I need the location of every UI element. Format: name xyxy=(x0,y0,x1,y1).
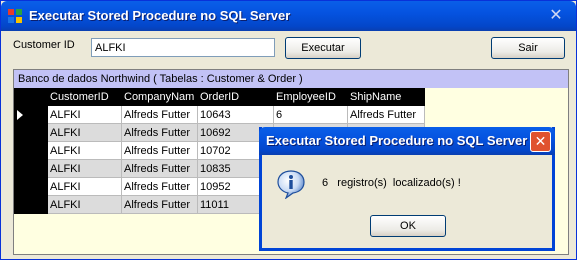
table-cell[interactable]: 10643 xyxy=(198,106,274,124)
table-row[interactable]: ALFKI Alfreds Futter 10643 6 Alfreds Fut… xyxy=(14,106,425,124)
ok-button[interactable]: OK xyxy=(370,215,446,237)
column-header[interactable]: CustomerID xyxy=(48,88,122,106)
customer-id-label: Customer ID xyxy=(13,39,75,51)
row-header[interactable] xyxy=(14,124,48,142)
grid-caption: Banco de dados Northwind ( Tabelas : Cus… xyxy=(14,70,568,88)
dialog-close-button[interactable]: ✕ xyxy=(530,131,551,152)
row-header-corner xyxy=(14,88,48,106)
row-header[interactable] xyxy=(14,106,48,124)
dialog-message: 6 registro(s) localizado(s) ! xyxy=(322,177,461,189)
table-cell[interactable]: ALFKI xyxy=(48,106,122,124)
table-cell[interactable]: ALFKI xyxy=(48,160,122,178)
title-bar[interactable]: Executar Stored Procedure no SQL Server … xyxy=(1,1,576,31)
info-icon xyxy=(277,170,305,199)
current-row-arrow-icon xyxy=(17,110,23,120)
row-header[interactable] xyxy=(14,142,48,160)
table-cell[interactable]: ALFKI xyxy=(48,196,122,214)
table-cell[interactable]: Alfreds Futter xyxy=(122,160,198,178)
row-header[interactable] xyxy=(14,160,48,178)
table-cell[interactable]: ALFKI xyxy=(48,124,122,142)
main-window: Executar Stored Procedure no SQL Server … xyxy=(0,0,577,260)
dialog-title-bar[interactable]: Executar Stored Procedure no SQL Server … xyxy=(259,127,555,155)
table-cell[interactable]: ALFKI xyxy=(48,142,122,160)
grid-header-row: CustomerID CompanyNam OrderID EmployeeID… xyxy=(14,88,425,106)
column-header[interactable]: EmployeeID xyxy=(274,88,348,106)
table-cell[interactable]: Alfreds Futter xyxy=(122,178,198,196)
table-cell[interactable]: 6 xyxy=(274,106,348,124)
execute-button[interactable]: Executar xyxy=(285,37,361,59)
message-dialog: Executar Stored Procedure no SQL Server … xyxy=(259,127,555,251)
column-header[interactable]: OrderID xyxy=(198,88,274,106)
table-cell[interactable]: Alfreds Futter xyxy=(122,142,198,160)
table-cell[interactable]: Alfreds Futter xyxy=(122,196,198,214)
window-title: Executar Stored Procedure no SQL Server xyxy=(29,8,291,23)
table-cell[interactable]: Alfreds Futter xyxy=(122,106,198,124)
table-cell[interactable]: ALFKI xyxy=(48,178,122,196)
column-header[interactable]: CompanyNam xyxy=(122,88,198,106)
table-cell[interactable]: Alfreds Futter xyxy=(348,106,425,124)
close-icon[interactable]: ✕ xyxy=(546,6,566,26)
row-header[interactable] xyxy=(14,196,48,214)
column-header[interactable]: ShipName xyxy=(348,88,425,106)
dialog-title: Executar Stored Procedure no SQL Server xyxy=(266,133,528,148)
app-icon xyxy=(8,9,22,23)
table-cell[interactable]: Alfreds Futter xyxy=(122,124,198,142)
row-header[interactable] xyxy=(14,178,48,196)
exit-button[interactable]: Sair xyxy=(491,37,565,59)
customer-id-input[interactable] xyxy=(91,38,275,57)
